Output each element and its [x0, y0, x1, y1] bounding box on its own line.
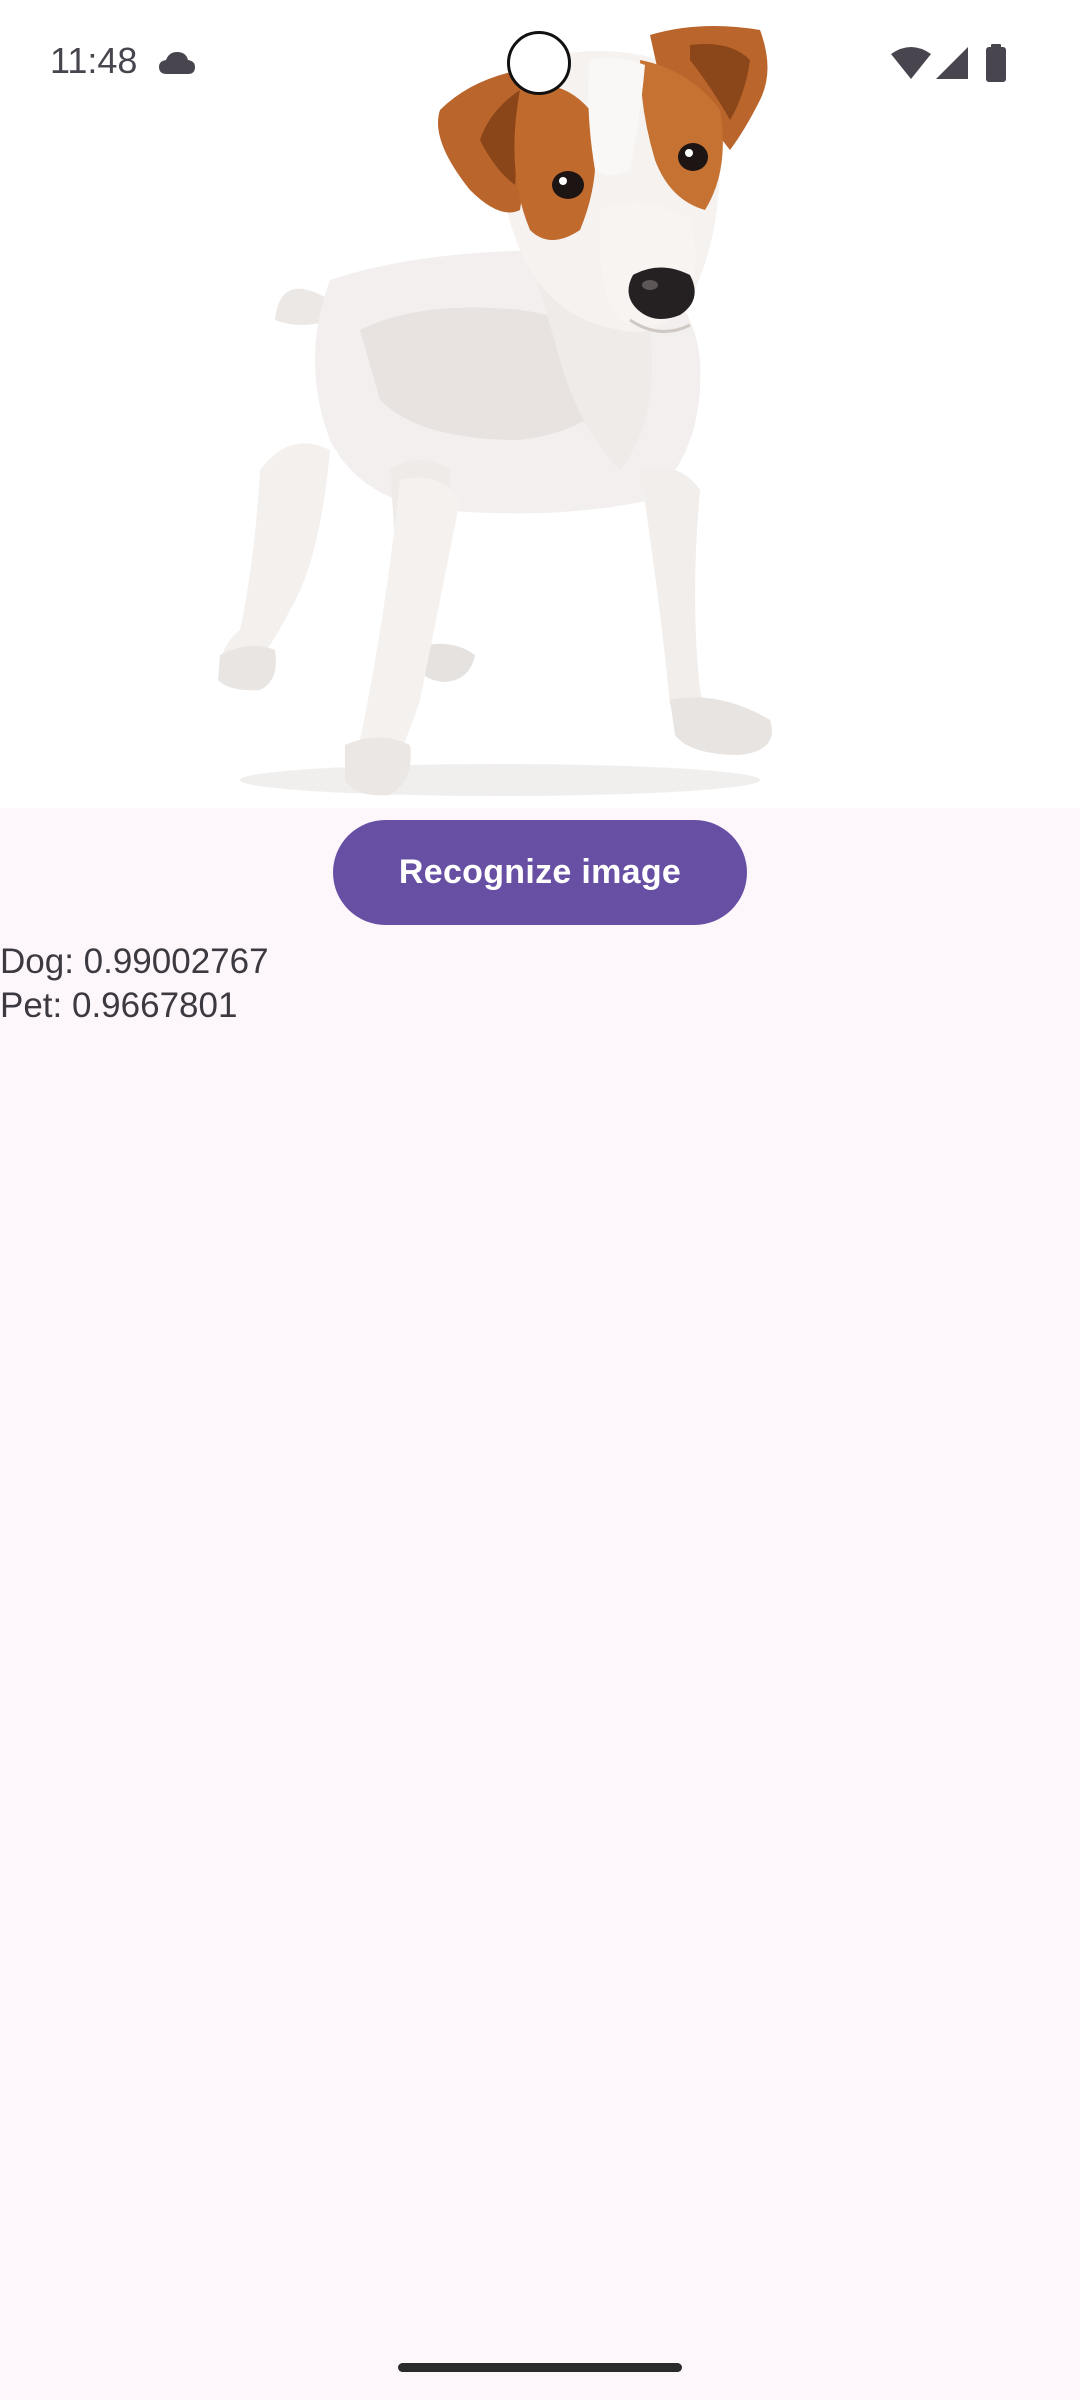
results-list: Dog: 0.99002767 Pet: 0.9667801: [0, 940, 269, 1028]
cloud-icon: [159, 52, 195, 74]
home-indicator[interactable]: [398, 2363, 682, 2372]
result-item: Pet: 0.9667801: [0, 986, 238, 1025]
status-time: 11:48: [50, 40, 138, 81]
wifi-icon: [891, 47, 931, 79]
battery-icon: [986, 44, 1006, 82]
result-item: Dog: 0.99002767: [0, 942, 269, 981]
recognize-image-button[interactable]: Recognize image: [333, 820, 747, 925]
signal-icon: [936, 47, 968, 79]
status-bar: 11:48: [0, 0, 1080, 130]
camera-cutout: [507, 31, 571, 95]
